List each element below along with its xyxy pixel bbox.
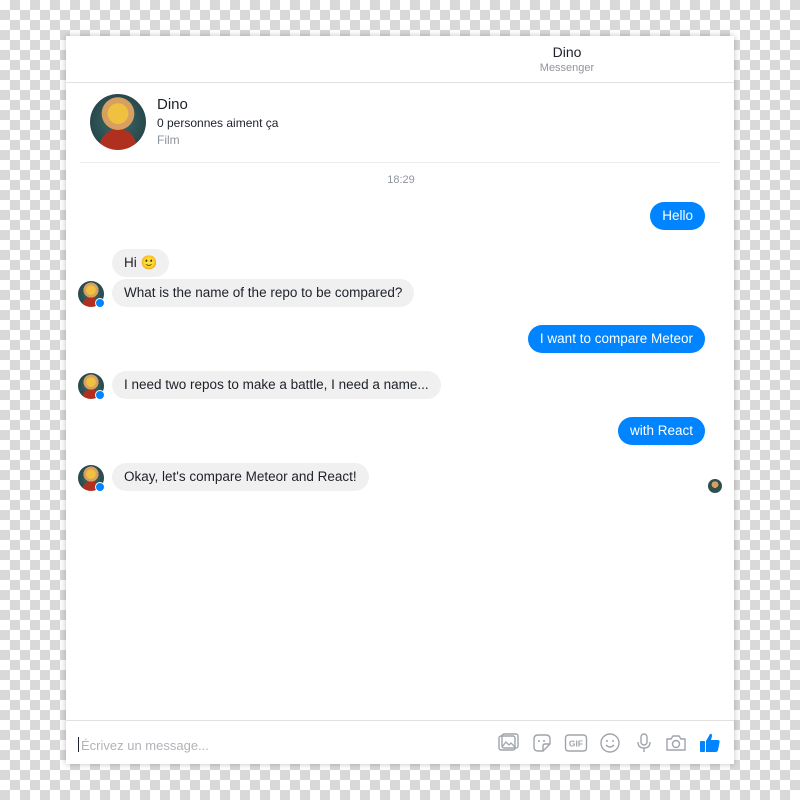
conversation-subtitle: Messenger [539, 62, 595, 74]
outgoing-message[interactable]: I want to compare Meteor [527, 325, 705, 353]
timestamp-text: 18:29 [387, 174, 415, 186]
message-timestamp: 18:29 [66, 174, 734, 186]
incoming-message[interactable]: Okay, let's compare Meteor and React! [112, 463, 369, 491]
thumbs-up-icon[interactable] [698, 731, 722, 755]
svg-text:GIF: GIF [569, 739, 583, 749]
message-composer: GIF [66, 720, 734, 765]
conversation-header: Dino Messenger [66, 36, 734, 83]
messenger-badge-icon [95, 482, 105, 492]
seen-avatar-icon [708, 479, 722, 493]
messenger-badge-icon [95, 298, 105, 308]
emoji-icon[interactable] [598, 731, 622, 755]
microphone-icon[interactable] [632, 731, 656, 755]
incoming-message[interactable]: What is the name of the repo to be compa… [112, 279, 415, 307]
outgoing-message[interactable]: Hello [650, 202, 705, 230]
image-icon[interactable] [496, 731, 520, 755]
conversation-title: Dino [552, 44, 582, 60]
outgoing-message[interactable]: with React [617, 417, 705, 445]
incoming-message[interactable]: Hi 🙂 [112, 249, 170, 277]
camera-icon[interactable] [664, 731, 688, 755]
sticker-icon[interactable] [530, 731, 554, 755]
profile-likes: 0 personnes aiment ça [157, 116, 279, 130]
profile-avatar[interactable] [90, 94, 146, 150]
message-input[interactable] [79, 731, 463, 759]
page-profile-card: Dino 0 personnes aiment ça Film [80, 92, 720, 163]
gif-icon[interactable]: GIF [564, 731, 588, 755]
messenger-window: Dino Messenger Dino 0 personnes aiment ç… [66, 36, 734, 764]
messenger-badge-icon [95, 390, 105, 400]
profile-category: Film [157, 133, 180, 147]
profile-name[interactable]: Dino [157, 96, 188, 113]
incoming-message[interactable]: I need two repos to make a battle, I nee… [112, 371, 441, 399]
